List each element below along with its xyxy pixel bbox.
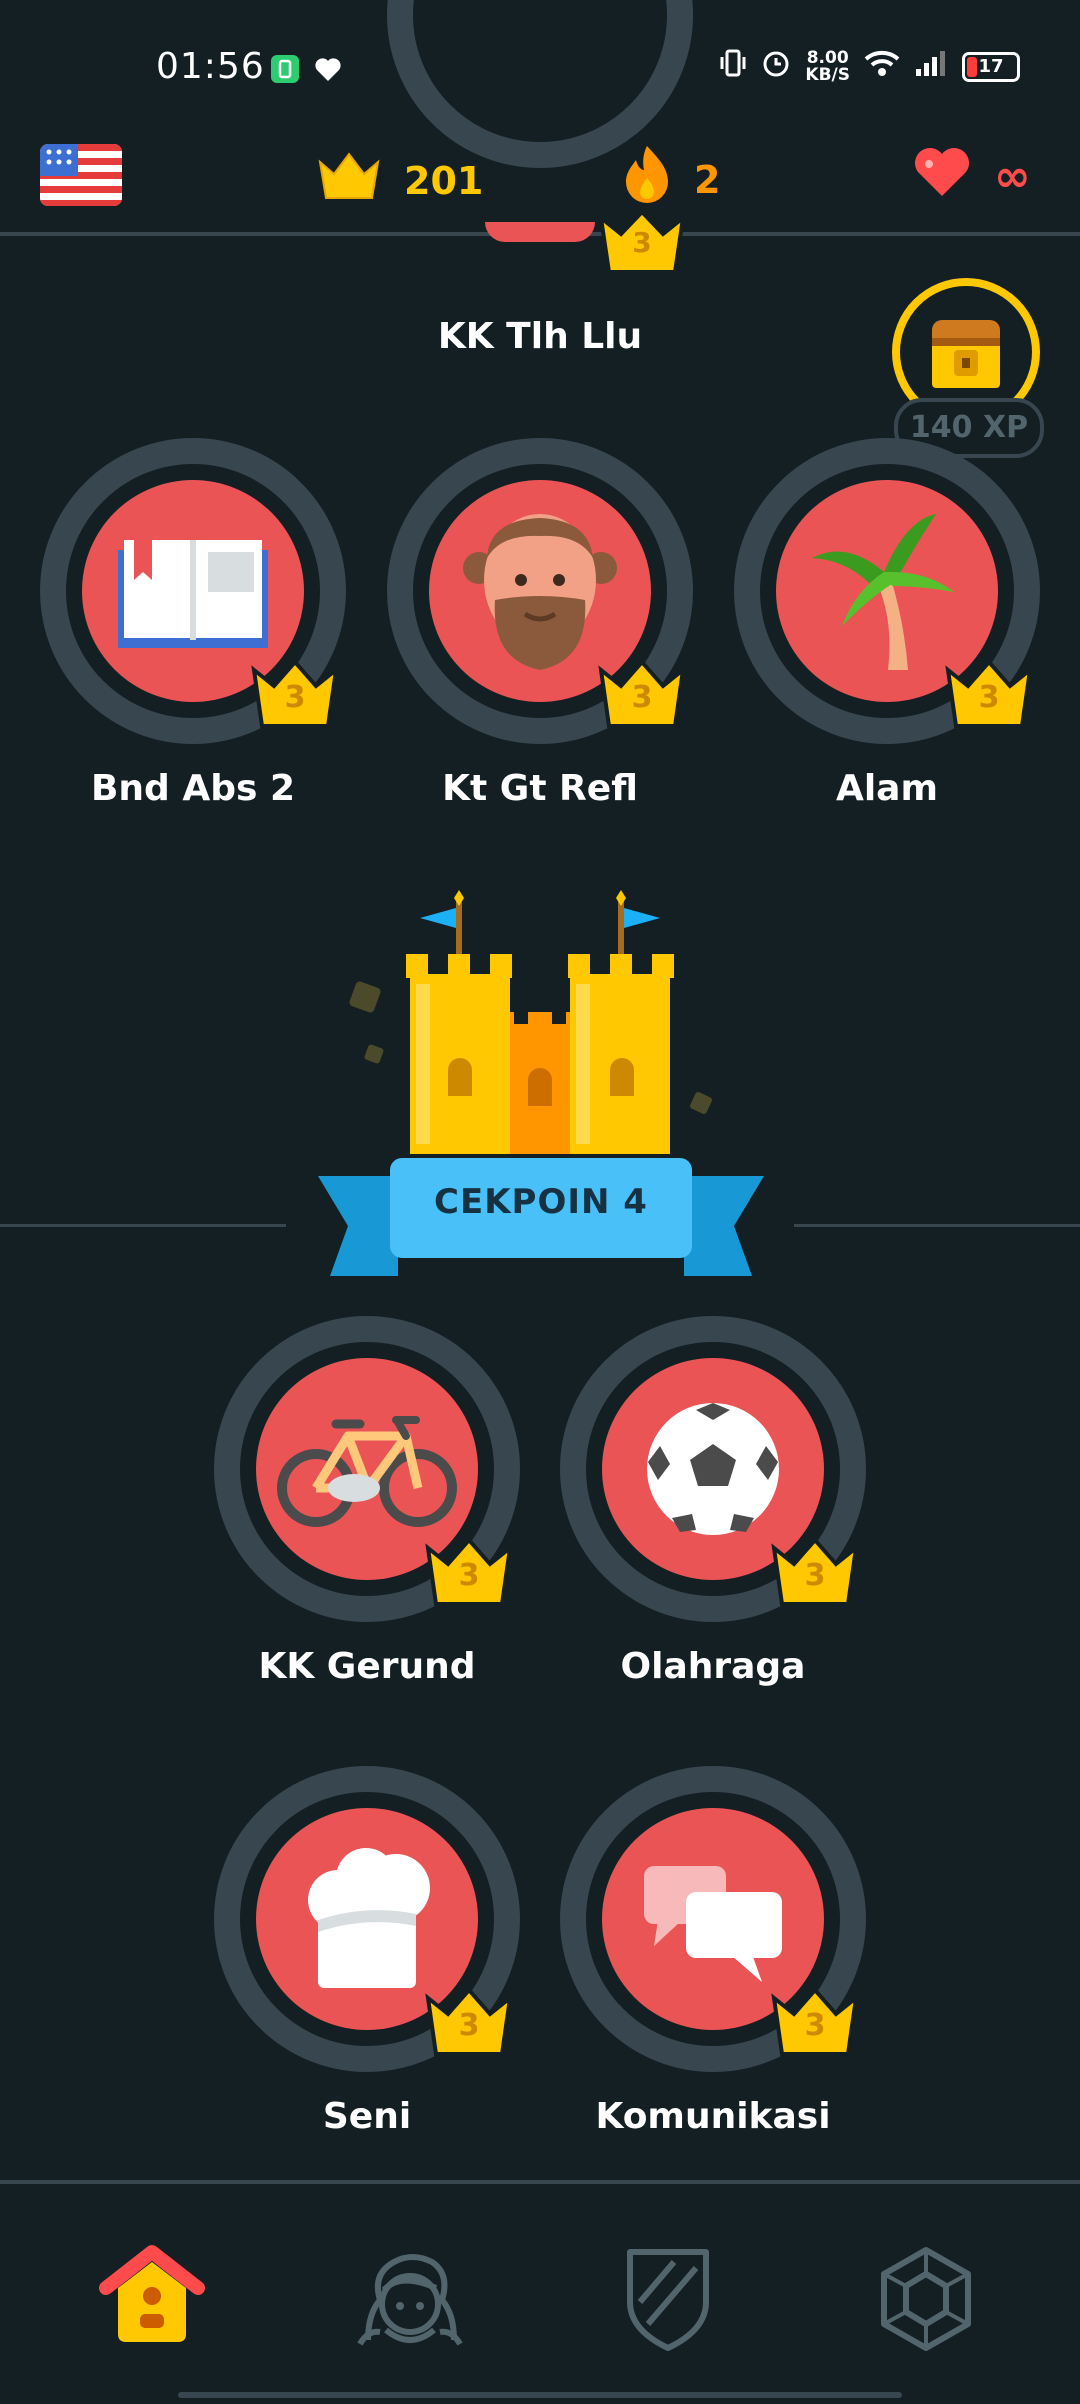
skill-bnd-abs-2[interactable]: 3 <box>38 436 348 746</box>
divider-line <box>794 1224 1080 1227</box>
status-time: 01:56 <box>156 46 265 87</box>
skill-kk-gerund[interactable]: 3 <box>212 1314 522 1624</box>
skill-komunikasi[interactable]: 3 <box>558 1764 868 2074</box>
skill-olahraga[interactable]: 3 <box>558 1314 868 1624</box>
heart-icon <box>314 56 342 86</box>
skill-label-kk-gerund: KK Gerund <box>258 1646 476 1687</box>
battery-saver-icon <box>270 54 300 88</box>
learn-home-icon[interactable] <box>92 2244 212 2364</box>
divider-line <box>0 1224 286 1227</box>
streak-count: 2 <box>694 157 721 202</box>
status-icons: 8.00 KB/S 17 <box>719 48 1020 85</box>
skill-label-komunikasi: Komunikasi <box>595 2096 831 2137</box>
skill-label-kk-tlh-llu: KK Tlh Llu <box>437 316 643 357</box>
crown-icon <box>316 150 382 211</box>
wifi-icon <box>864 49 900 84</box>
heart-icon <box>912 146 972 207</box>
checkpoint-banner[interactable]: CEKPOIN 4 <box>318 1156 764 1284</box>
vibrate-icon <box>719 48 747 85</box>
skill-label-kt-gt-refl: Kt Gt Refl <box>442 768 638 809</box>
skill-seni[interactable]: 3 <box>212 1764 522 2074</box>
net-speed: 8.00 KB/S <box>805 47 850 85</box>
skill-label-seni: Seni <box>322 2096 412 2137</box>
skill-label-bnd-abs-2: Bnd Abs 2 <box>90 768 295 809</box>
us-flag-icon[interactable] <box>40 144 122 210</box>
hearts-stat[interactable]: ∞ <box>912 146 1031 207</box>
alarm-icon <box>761 48 791 85</box>
home-indicator <box>178 2392 902 2398</box>
checkpoint-label: CEKPOIN 4 <box>434 1182 648 1222</box>
shop-icon[interactable] <box>866 2244 986 2364</box>
bottom-navigation <box>0 2180 1080 2404</box>
skill-kk-tlh-llu[interactable]: 3 <box>385 0 695 300</box>
skill-alam[interactable]: 3 <box>732 436 1042 746</box>
castle-icon <box>340 884 740 1178</box>
hearts-count: ∞ <box>994 151 1031 202</box>
signal-icon <box>914 49 948 84</box>
skill-kt-gt-refl[interactable]: 3 <box>385 436 695 746</box>
battery-indicator: 17 <box>962 51 1020 82</box>
skill-label-alam: Alam <box>835 768 938 809</box>
profile-icon[interactable] <box>350 2244 470 2364</box>
skill-label-olahraga: Olahraga <box>620 1646 806 1687</box>
leagues-shield-icon[interactable] <box>608 2244 728 2364</box>
